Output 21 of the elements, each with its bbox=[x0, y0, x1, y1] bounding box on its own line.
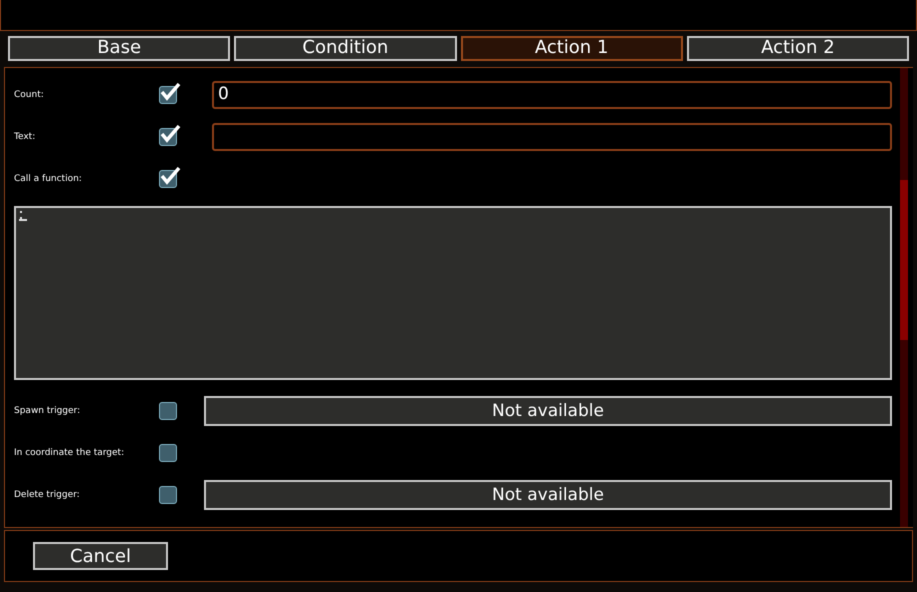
checkbox[interactable] bbox=[159, 402, 177, 420]
input-field[interactable]: 0 bbox=[212, 80, 892, 109]
field-label: In coordinate the target: bbox=[14, 448, 126, 458]
status-field: Not available bbox=[204, 480, 892, 510]
field-label: Delete trigger: bbox=[14, 490, 81, 500]
field-label: Call a function: bbox=[14, 174, 83, 184]
status-field: Not available bbox=[204, 396, 892, 426]
field-label: Count: bbox=[14, 90, 45, 100]
code-editor[interactable] bbox=[14, 206, 892, 380]
field-label: Spawn trigger: bbox=[14, 406, 82, 416]
input-field[interactable] bbox=[212, 122, 892, 151]
tab[interactable]: Action 2 bbox=[686, 36, 909, 61]
checkbox[interactable] bbox=[159, 444, 177, 462]
cursor-icon bbox=[19, 210, 27, 223]
field-label: Text: bbox=[14, 132, 36, 142]
scrollbar-thumb[interactable] bbox=[900, 180, 908, 340]
cancel-button[interactable]: Cancel bbox=[33, 542, 168, 570]
tab[interactable]: Action 1 bbox=[460, 36, 683, 61]
tab[interactable]: Condition bbox=[234, 36, 456, 61]
checkbox[interactable] bbox=[159, 486, 177, 504]
tab[interactable]: Base bbox=[8, 36, 230, 61]
